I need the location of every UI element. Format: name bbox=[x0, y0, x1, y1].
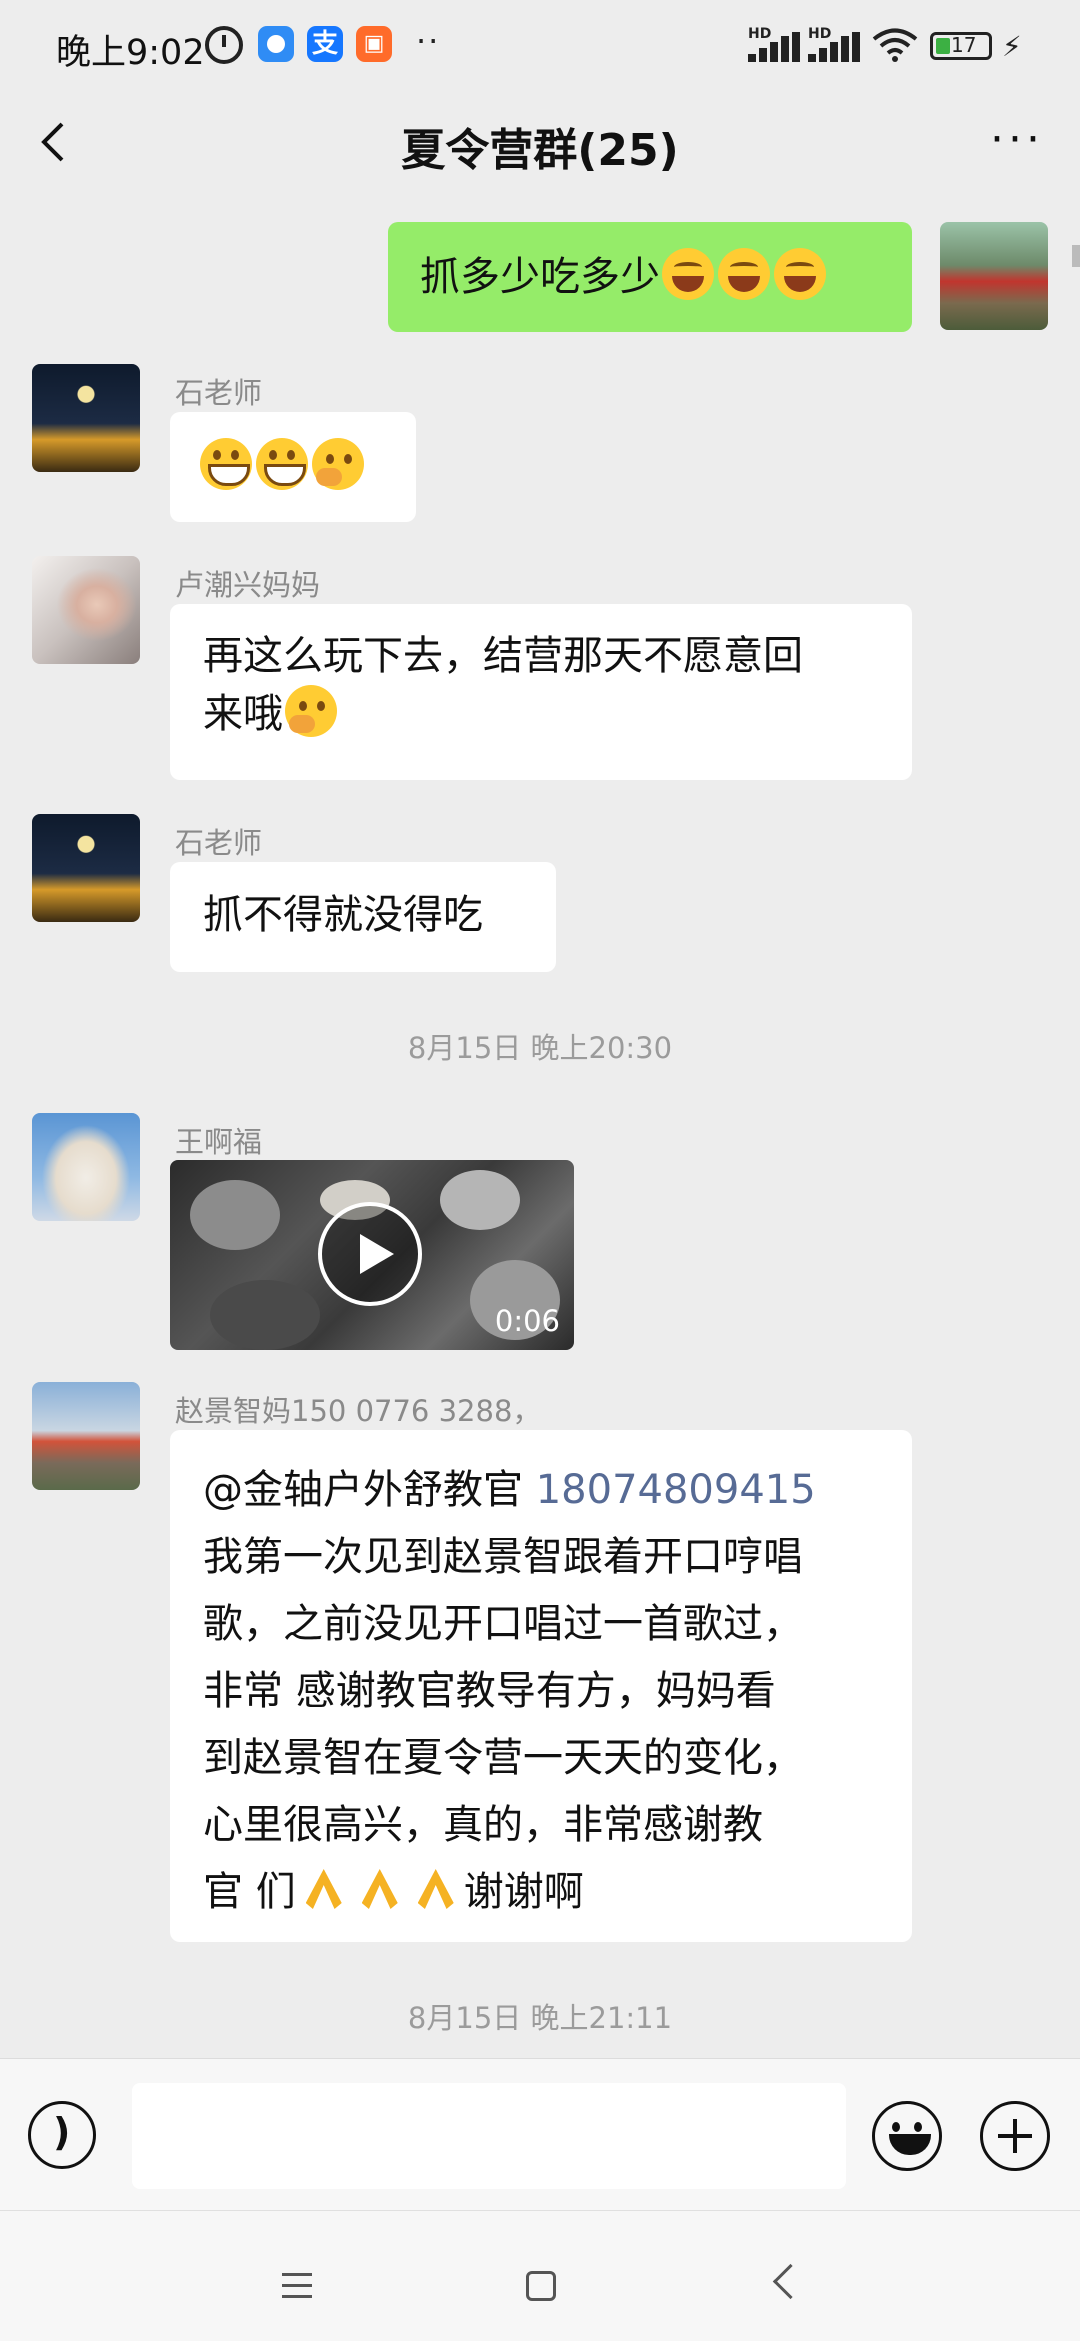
wifi-icon bbox=[872, 28, 918, 62]
pray-emoji-icon bbox=[410, 1863, 462, 1915]
video-thumbnail[interactable]: 0:06 bbox=[170, 1160, 574, 1350]
more-notifications-icon: ·· bbox=[416, 22, 441, 60]
message-bubble[interactable] bbox=[170, 412, 416, 522]
message-text-line: 心里很高兴，真的，非常感谢教 bbox=[203, 1802, 763, 1848]
message-text-line: 非常 感谢教官教导有方，妈妈看 bbox=[203, 1668, 776, 1714]
add-attachment-button[interactable] bbox=[980, 2101, 1050, 2171]
message-text: 谢谢啊 bbox=[463, 1869, 584, 1915]
message-text-line: 到赵景智在夏令营一天天的变化， bbox=[203, 1735, 803, 1781]
sender-avatar[interactable] bbox=[32, 814, 140, 922]
sender-avatar[interactable] bbox=[32, 556, 140, 664]
message-bubble[interactable]: 抓不得就没得吃 bbox=[170, 862, 556, 972]
message-text-line: 歌，之前没见开口唱过一首歌过， bbox=[203, 1601, 803, 1647]
message-bubble[interactable]: 再这么玩下去，结营那天不愿意回 来哦 bbox=[170, 604, 912, 780]
message-text-line: 再这么玩下去，结营那天不愿意回 bbox=[203, 633, 803, 679]
home-icon[interactable] bbox=[526, 2271, 556, 2301]
app-notification-icon bbox=[258, 26, 294, 62]
emoji-button[interactable] bbox=[872, 2101, 942, 2171]
message-text: 抓不得就没得吃 bbox=[203, 892, 483, 938]
scrollbar[interactable] bbox=[1072, 245, 1080, 267]
laugh-cry-emoji-icon bbox=[718, 248, 770, 300]
sender-name: 赵景智妈150 0776 3288， bbox=[175, 1394, 542, 1428]
message-bubble-self[interactable]: 抓多少吃多少 bbox=[388, 222, 912, 332]
chat-title: 夏令营群(25) bbox=[401, 125, 679, 176]
chat-header: 夏令营群(25) ··· bbox=[0, 90, 1080, 195]
charging-icon: ⚡ bbox=[1002, 30, 1022, 63]
status-bar: 晚上9:02 支 ▣ ·· HD HD 17 ⚡ bbox=[0, 0, 1080, 90]
more-options-icon[interactable]: ··· bbox=[990, 114, 1044, 165]
status-time: 晚上9:02 bbox=[56, 33, 205, 73]
battery-icon: 17 bbox=[930, 32, 992, 60]
play-icon[interactable] bbox=[318, 1202, 422, 1306]
message-text: 抓多少吃多少 bbox=[420, 254, 660, 300]
sender-name: 王啊福 bbox=[175, 1125, 263, 1159]
timestamp: 8月15日 晚上21:11 bbox=[407, 2001, 673, 2035]
message-text-line: 我第一次见到赵景智跟着开口哼唱 bbox=[203, 1534, 803, 1580]
mention-link[interactable]: @金轴户外舒教官 bbox=[203, 1467, 523, 1513]
input-bar bbox=[0, 2058, 1080, 2211]
message-input[interactable] bbox=[132, 2083, 846, 2189]
message-text: 官 们 bbox=[203, 1869, 296, 1915]
grin-emoji-icon bbox=[256, 438, 308, 490]
timestamp: 8月15日 晚上20:30 bbox=[407, 1031, 673, 1065]
sender-name: 卢潮兴妈妈 bbox=[175, 568, 321, 602]
video-duration: 0:06 bbox=[494, 1304, 560, 1338]
voice-input-button[interactable] bbox=[28, 2101, 96, 2169]
shopping-app-icon: ▣ bbox=[356, 26, 392, 62]
message-text-line: 来哦 bbox=[203, 691, 283, 737]
signal-icon bbox=[748, 32, 800, 62]
system-nav-bar bbox=[0, 2210, 1080, 2341]
message-bubble[interactable]: @金轴户外舒教官 18074809415 我第一次见到赵景智跟着开口哼唱 歌，之… bbox=[170, 1430, 912, 1942]
laugh-cry-emoji-icon bbox=[662, 248, 714, 300]
signal-icon-2 bbox=[808, 32, 860, 62]
thinking-emoji-icon bbox=[312, 438, 364, 490]
pray-emoji-icon bbox=[354, 1863, 406, 1915]
laugh-cry-emoji-icon bbox=[774, 248, 826, 300]
alarm-icon bbox=[205, 26, 243, 64]
battery-level: 17 bbox=[951, 33, 977, 57]
self-avatar[interactable] bbox=[940, 222, 1048, 330]
sender-name: 石老师 bbox=[175, 376, 263, 410]
recent-apps-icon[interactable] bbox=[282, 2273, 312, 2299]
sender-avatar[interactable] bbox=[32, 364, 140, 472]
sender-avatar[interactable] bbox=[32, 1382, 140, 1490]
nav-back-icon[interactable] bbox=[772, 2263, 809, 2300]
pray-emoji-icon bbox=[298, 1863, 350, 1915]
grin-emoji-icon bbox=[200, 438, 252, 490]
sender-name: 石老师 bbox=[175, 826, 263, 860]
alipay-icon: 支 bbox=[307, 26, 343, 62]
phone-number-link[interactable]: 18074809415 bbox=[536, 1467, 816, 1513]
sender-avatar[interactable] bbox=[32, 1113, 140, 1221]
thinking-emoji-icon bbox=[285, 685, 337, 737]
